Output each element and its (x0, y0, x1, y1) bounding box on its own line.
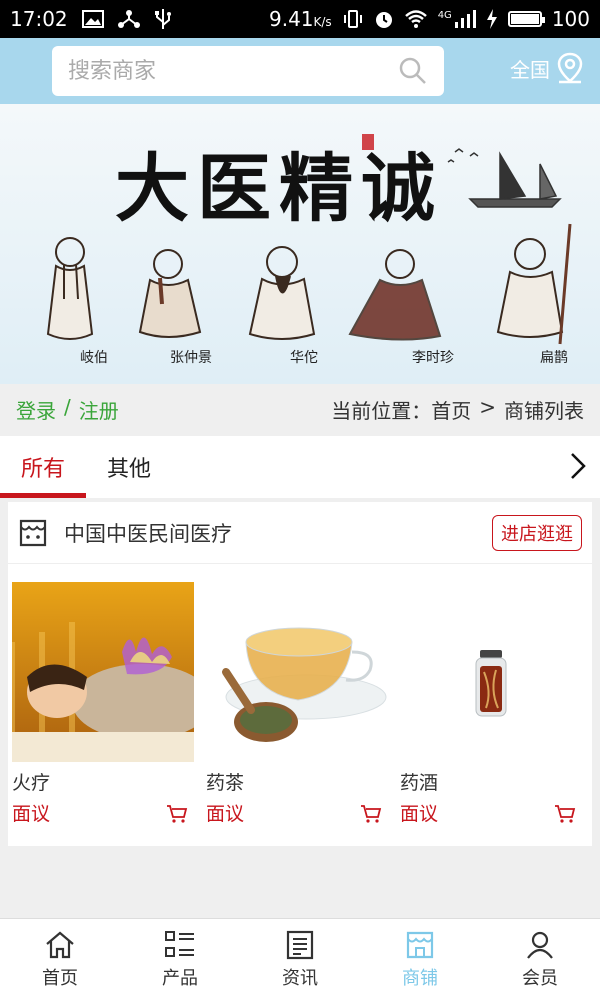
figure-name: 华佗 (290, 349, 318, 366)
battery-level: 100 (551, 7, 590, 31)
product-image[interactable] (400, 582, 582, 762)
breadcrumb-prefix: 当前位置： (331, 398, 432, 423)
nav-products[interactable]: 产品 (120, 919, 240, 1000)
auth-links: 登录 / 注册 (16, 395, 119, 424)
status-bar: 17:02 9.41K/s 4G 100 (0, 0, 600, 38)
search-icon[interactable] (398, 56, 428, 86)
banner-artwork: 大医精诚 岐伯 张仲景 华佗 李时珍 扁鹊 (0, 104, 600, 384)
category-tabs: 所有 其他 (0, 436, 600, 498)
medicinal-wine-photo (400, 582, 582, 762)
cart-icon[interactable] (360, 804, 382, 824)
wifi-icon (404, 10, 427, 28)
usb-icon (154, 9, 171, 29)
list-icon (165, 930, 194, 957)
figure-name: 扁鹊 (540, 349, 568, 366)
nav-label: 会员 (522, 967, 558, 989)
banner-calligraphy: 大医精诚 (115, 146, 443, 232)
nav-news[interactable]: 资讯 (240, 919, 360, 1000)
shop-name[interactable]: 中国中医民间医疗 (64, 518, 232, 548)
login-link[interactable]: 登录 (16, 395, 56, 424)
header: 全国 (0, 38, 600, 104)
fire-therapy-photo (12, 582, 194, 762)
product-image[interactable] (206, 582, 388, 762)
breadcrumb: 当前位置： 首页 > 商铺列表 (331, 395, 584, 424)
product-item[interactable]: 药酒 面议 (396, 582, 590, 826)
store-icon (19, 519, 47, 546)
promo-banner[interactable]: 大医精诚 岐伯 张仲景 华佗 李时珍 扁鹊 (0, 104, 600, 384)
product-name[interactable]: 药茶 (206, 768, 396, 795)
region-selector[interactable]: 全国 (510, 52, 584, 84)
auth-separator: / (64, 394, 71, 419)
breadcrumb-current: 商铺列表 (504, 398, 584, 423)
signal-icon (454, 10, 476, 28)
figure-name: 岐伯 (80, 350, 108, 366)
network-speed: 9.41K/s (268, 7, 332, 31)
tab-other[interactable]: 其他 (86, 436, 172, 498)
status-time: 17:02 (10, 7, 68, 31)
product-name[interactable]: 火疗 (12, 768, 202, 795)
herbal-tea-photo (206, 582, 388, 762)
shop-card: 中国中医民间医疗 进店逛逛 火疗 面议 药茶 面议 药酒 面议 (8, 502, 592, 846)
login-bar: 登录 / 注册 当前位置： 首页 > 商铺列表 (0, 384, 600, 434)
nav-label: 首页 (42, 967, 78, 989)
battery-icon (507, 11, 545, 27)
alarm-icon (375, 12, 392, 28)
nav-label: 产品 (162, 967, 198, 989)
nav-label: 商铺 (402, 967, 438, 989)
chevron-right-icon[interactable] (568, 450, 588, 482)
tab-all[interactable]: 所有 (0, 436, 86, 498)
user-icon (527, 931, 553, 959)
product-name[interactable]: 药酒 (400, 768, 590, 795)
cart-icon[interactable] (166, 804, 188, 824)
nav-member[interactable]: 会员 (480, 919, 600, 1000)
region-label: 全国 (510, 57, 550, 82)
breadcrumb-home[interactable]: 首页 (431, 395, 471, 424)
vibrate-icon (343, 10, 362, 28)
nav-label: 资讯 (282, 967, 318, 989)
product-item[interactable]: 药茶 面议 (202, 582, 396, 826)
nav-stores[interactable]: 商铺 (360, 919, 480, 1000)
location-pin-icon (557, 52, 583, 84)
nav-home[interactable]: 首页 (0, 919, 120, 1000)
register-link[interactable]: 注册 (79, 395, 119, 424)
bottom-nav: 首页 产品 资讯 商铺 会员 (0, 918, 600, 1000)
home-icon (46, 931, 74, 958)
search-input[interactable] (68, 58, 398, 84)
signal-strength: 4G (438, 10, 476, 28)
product-image[interactable] (12, 582, 194, 762)
search-bar[interactable] (52, 46, 444, 96)
news-icon (286, 930, 314, 959)
product-list: 火疗 面议 药茶 面议 药酒 面议 (8, 582, 592, 826)
product-item[interactable]: 火疗 面议 (8, 582, 202, 826)
breadcrumb-separator: > (479, 394, 496, 419)
shop-header: 中国中医民间医疗 进店逛逛 (8, 502, 592, 564)
store-icon (406, 931, 434, 958)
cart-icon[interactable] (554, 804, 576, 824)
visit-shop-button[interactable]: 进店逛逛 (492, 514, 582, 551)
charging-icon (486, 9, 497, 29)
figure-name: 张仲景 (170, 350, 212, 366)
image-notification-icon (81, 10, 104, 28)
figure-name: 李时珍 (412, 350, 454, 366)
usb-share-icon (117, 10, 140, 28)
